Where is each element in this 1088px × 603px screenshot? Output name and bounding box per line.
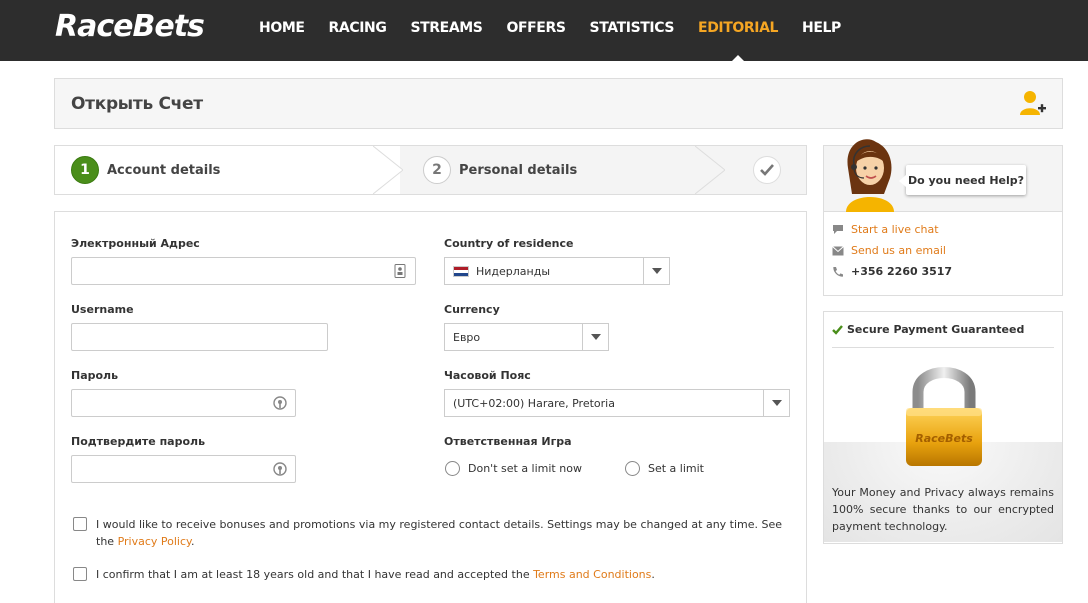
username-field[interactable] [71, 323, 328, 351]
chevron-down-icon [763, 390, 789, 416]
add-user-icon [1020, 91, 1046, 115]
step-account-details: 1 Account details [71, 146, 220, 194]
secure-payment-description: Your Money and Privacy always remains 10… [832, 486, 1054, 533]
step-label: Personal details [459, 162, 578, 178]
privacy-policy-link[interactable]: Privacy Policy [118, 535, 191, 548]
nav-item-offers[interactable]: OFFERS [494, 0, 577, 61]
live-chat-label[interactable]: Start a live chat [851, 223, 939, 236]
password-confirm-field[interactable] [71, 455, 296, 483]
radio-set-limit[interactable]: Set a limit [625, 461, 704, 476]
radio-label: Don't set a limit now [468, 462, 582, 475]
step-confirmation [753, 156, 781, 184]
terms-consent-suffix: . [651, 568, 655, 581]
bonus-consent-checkbox[interactable] [73, 517, 87, 531]
radio-label: Set a limit [648, 462, 704, 475]
password-confirm-label: Подтвердите пароль [71, 435, 206, 448]
email-field[interactable] [71, 257, 416, 285]
email-label: Электронный Адрес [71, 237, 200, 250]
checkmark-icon [760, 164, 774, 176]
secure-payment-panel: Secure Payment Guaranteed RaceBets Your … [823, 311, 1063, 544]
checkmark-icon [832, 324, 843, 335]
nav-item-streams[interactable]: STREAMS [398, 0, 494, 61]
country-select[interactable]: Нидерланды [444, 257, 670, 285]
padlock-icon: RaceBets [906, 367, 982, 466]
chevron-down-icon [582, 324, 608, 350]
phone-contact: +356 2260 3517 [832, 265, 952, 278]
email-us-link[interactable]: Send us an email [832, 244, 946, 257]
radio-circle[interactable] [445, 461, 460, 476]
timezone-label: Часовой Пояс [444, 369, 531, 382]
terms-and-conditions-link[interactable]: Terms and Conditions [533, 568, 651, 581]
secure-payment-title: Secure Payment Guaranteed [832, 323, 1024, 336]
help-speech-bubble: Do you need Help? [899, 165, 1026, 195]
lock-brand-label: RaceBets [915, 432, 973, 445]
radio-no-limit[interactable]: Don't set a limit now [445, 461, 582, 476]
password-key-icon [273, 462, 287, 476]
nav-item-home[interactable]: HOME [247, 0, 317, 61]
currency-value: Евро [453, 330, 481, 344]
country-label: Country of residence [444, 237, 574, 250]
help-panel: Do you need Help? Start a live chat Send… [823, 139, 1063, 296]
terms-consent-copy: I confirm that I am at least 18 years ol… [96, 568, 534, 581]
step-number: 1 [71, 156, 99, 184]
page-title: Открыть Счет [71, 94, 203, 114]
password-label: Пароль [71, 369, 119, 382]
support-agent-avatar [846, 139, 894, 212]
chevron-down-icon [643, 258, 669, 284]
nav-item-racing[interactable]: RACING [317, 0, 399, 61]
registration-steps: 1 Account details 2 Personal details [54, 145, 807, 195]
contact-card-icon [394, 264, 406, 278]
radio-circle[interactable] [625, 461, 640, 476]
bonus-consent-text: I would like to receive bonuses and prom… [96, 516, 786, 550]
currency-label: Currency [444, 303, 500, 316]
terms-consent-text: I confirm that I am at least 18 years ol… [96, 566, 786, 583]
main-nav: HOME RACING STREAMS OFFERS STATISTICS ED… [247, 0, 853, 61]
step-separator [695, 146, 725, 194]
account-details-form: Электронный Адрес Username Пароль Подтве… [54, 211, 807, 603]
country-value: Нидерланды [476, 264, 551, 278]
racebets-logo[interactable]: RaceBets [55, 9, 205, 44]
bonus-consent-suffix: . [190, 535, 195, 548]
live-chat-link[interactable]: Start a live chat [832, 223, 939, 236]
timezone-value: (UTC+02:00) Harare, Pretoria [453, 396, 615, 410]
username-label: Username [71, 303, 134, 316]
password-key-icon [273, 396, 287, 410]
step-personal-details: 2 Personal details [423, 146, 577, 194]
netherlands-flag-icon [453, 265, 469, 277]
nav-item-statistics[interactable]: STATISTICS [578, 0, 687, 61]
phone-number: +356 2260 3517 [851, 265, 953, 278]
step-number: 2 [423, 156, 451, 184]
step-separator [373, 146, 403, 194]
top-navigation-bar: RaceBets HOME RACING STREAMS OFFERS STAT… [0, 0, 1088, 61]
chat-icon [833, 225, 843, 234]
bonus-consent-copy: I would like to receive bonuses and prom… [96, 518, 783, 548]
nav-item-help[interactable]: HELP [790, 0, 853, 61]
envelope-icon [832, 245, 844, 255]
help-header: Do you need Help? [824, 139, 1062, 212]
nav-item-editorial[interactable]: EDITORIAL [686, 0, 790, 61]
step-label: Account details [107, 162, 221, 178]
password-field[interactable] [71, 389, 296, 417]
page-header-panel: Открыть Счет [54, 78, 1063, 129]
phone-icon [833, 266, 843, 277]
email-us-label[interactable]: Send us an email [851, 244, 946, 257]
terms-consent-checkbox[interactable] [73, 567, 87, 581]
currency-select[interactable]: Евро [444, 323, 609, 351]
responsible-gaming-label: Ответственная Игра [444, 435, 572, 448]
timezone-select[interactable]: (UTC+02:00) Harare, Pretoria [444, 389, 790, 417]
secure-payment-title-text: Secure Payment Guaranteed [847, 323, 1025, 336]
divider [832, 347, 1054, 348]
